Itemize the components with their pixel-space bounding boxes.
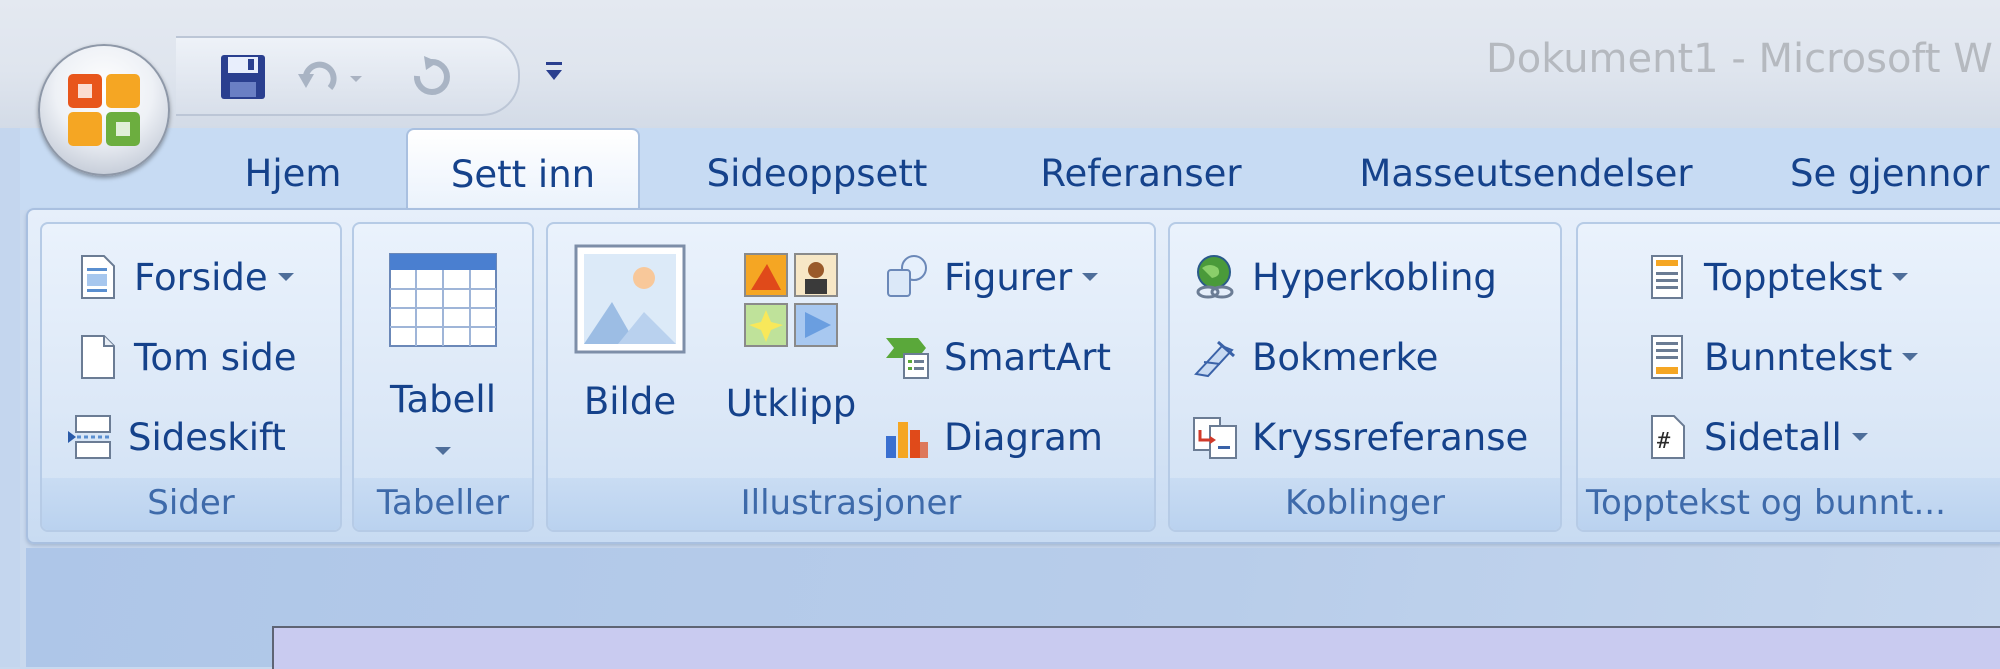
tabell-label: Tabell	[390, 378, 496, 421]
smartart-icon	[886, 338, 929, 379]
tab-referanser[interactable]: Referanser	[1016, 144, 1266, 210]
table-icon	[389, 253, 497, 347]
window-left-edge	[0, 128, 20, 667]
kryssreferanse-button[interactable]: Kryssreferanse	[1192, 410, 1528, 464]
tab-sett-inn[interactable]: Sett inn	[406, 128, 640, 212]
cross-reference-icon	[1193, 417, 1237, 459]
utklipp-label: Utklipp	[725, 382, 857, 425]
chevron-down-icon	[1082, 273, 1099, 281]
clipart-icon	[744, 253, 838, 347]
chevron-down-icon	[435, 447, 451, 455]
group-koblinger: Hyperkobling Bokmerke Kryssreferanse Kob…	[1168, 222, 1562, 532]
group-label-sider: Sider	[42, 478, 340, 530]
kryssreferanse-label: Kryssreferanse	[1252, 415, 1529, 459]
group-label-illustrasjoner: Illustrasjoner	[548, 478, 1154, 530]
smartart-label: SmartArt	[944, 335, 1111, 379]
undo-icon[interactable]	[294, 52, 344, 102]
document-page[interactable]	[272, 626, 2000, 669]
bookmark-icon	[1194, 340, 1235, 378]
save-icon[interactable]	[218, 52, 268, 102]
page-break-icon	[68, 415, 112, 459]
bilde-button[interactable]: Bilde	[572, 244, 688, 423]
group-label-topptekst: Topptekst og bunnt...	[1578, 478, 2000, 530]
hyperkobling-button[interactable]: Hyperkobling	[1192, 250, 1497, 304]
blank-page-icon	[81, 335, 115, 379]
group-tabeller: Tabell Tabeller	[352, 222, 534, 532]
utklipp-button[interactable]: Utklipp	[716, 250, 866, 425]
cover-page-icon	[81, 255, 115, 299]
group-sider: Forside Tom side Sideskift Sider	[40, 222, 342, 532]
sidetall-button[interactable]: # Sidetall	[1644, 410, 1868, 464]
figurer-button[interactable]: Figurer	[884, 250, 1099, 304]
bokmerke-button[interactable]: Bokmerke	[1192, 330, 1438, 384]
figurer-label: Figurer	[944, 255, 1073, 299]
group-label-tabeller: Tabeller	[354, 478, 532, 530]
forside-label: Forside	[134, 255, 268, 299]
tabell-button[interactable]: Tabell	[354, 252, 532, 464]
tab-hjem[interactable]: Hjem	[222, 144, 364, 210]
header-icon	[1651, 255, 1683, 299]
diagram-button[interactable]: Diagram	[884, 410, 1103, 464]
office-logo-icon	[68, 74, 140, 146]
chevron-down-icon	[1851, 433, 1868, 441]
svg-text:#: #	[1657, 429, 1671, 454]
shapes-icon	[887, 255, 927, 297]
diagram-label: Diagram	[944, 415, 1103, 459]
window-title: Dokument1 - Microsoft W	[1486, 36, 1993, 82]
sidetall-label: Sidetall	[1704, 415, 1842, 459]
tab-se-gjennom[interactable]: Se gjennor	[1790, 144, 2000, 210]
topptekst-button[interactable]: Topptekst	[1644, 250, 1909, 304]
office-button[interactable]	[38, 44, 170, 176]
chevron-down-icon	[277, 273, 294, 281]
forside-button[interactable]: Forside	[74, 250, 294, 304]
footer-icon	[1651, 335, 1683, 379]
topptekst-label: Topptekst	[1704, 255, 1883, 299]
tom-side-button[interactable]: Tom side	[74, 330, 297, 384]
tab-sideoppsett[interactable]: Sideoppsett	[692, 144, 942, 210]
bilde-label: Bilde	[583, 380, 677, 423]
sideskift-button[interactable]: Sideskift	[68, 410, 286, 464]
group-topptekst: Topptekst Bunntekst # Sidetall Topptekst…	[1576, 222, 2000, 532]
group-illustrasjoner: Bilde Utklipp Figurer SmartArt Diagram I…	[546, 222, 1156, 532]
undo-dropdown-icon[interactable]	[346, 52, 366, 102]
hyperlink-icon	[1196, 255, 1234, 299]
chevron-down-icon	[1902, 353, 1919, 361]
chevron-down-icon	[1892, 273, 1909, 281]
ribbon: Forside Tom side Sideskift Sider Tabell …	[26, 208, 2000, 544]
quick-access-toolbar	[176, 36, 520, 116]
bunntekst-button[interactable]: Bunntekst	[1644, 330, 1919, 384]
tab-masseutsendelser[interactable]: Masseutsendelser	[1336, 144, 1716, 210]
group-label-koblinger: Koblinger	[1170, 478, 1560, 530]
picture-icon	[574, 244, 686, 354]
customize-qat-icon[interactable]	[540, 52, 568, 92]
redo-icon[interactable]	[406, 52, 456, 102]
smartart-button[interactable]: SmartArt	[884, 330, 1111, 384]
bunntekst-label: Bunntekst	[1704, 335, 1893, 379]
page-number-icon: #	[1651, 415, 1685, 459]
tom-side-label: Tom side	[134, 335, 297, 379]
bokmerke-label: Bokmerke	[1252, 335, 1439, 379]
sideskift-label: Sideskift	[128, 415, 286, 459]
title-bar: Dokument1 - Microsoft W	[0, 0, 2000, 128]
chart-icon	[886, 422, 928, 458]
hyperkobling-label: Hyperkobling	[1252, 255, 1497, 299]
